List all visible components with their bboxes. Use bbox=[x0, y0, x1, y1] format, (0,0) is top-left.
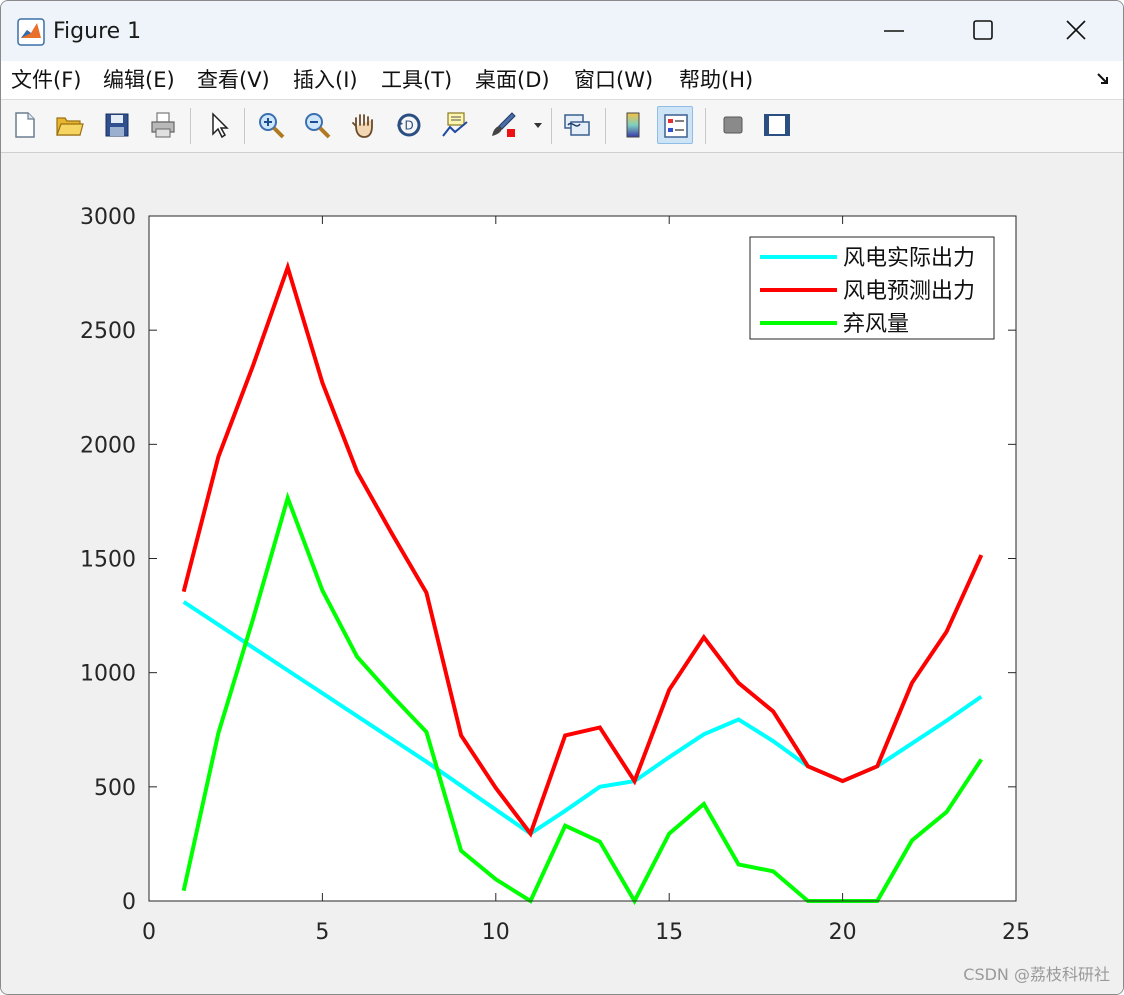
data-cursor-button[interactable] bbox=[437, 106, 473, 144]
zoom-in-icon bbox=[259, 113, 285, 139]
matlab-icon bbox=[17, 18, 45, 46]
colorbar-icon bbox=[626, 112, 640, 138]
svg-text:D: D bbox=[405, 119, 414, 133]
line-chart[interactable]: 0 5 10 15 20 25 0 500 1000 1500 2000 2500 3000 风电实际出力… bbox=[0, 152, 1124, 993]
y-tick-label: 0 bbox=[122, 890, 136, 915]
chevron-down-icon[interactable] bbox=[533, 120, 543, 130]
print-icon bbox=[151, 112, 175, 138]
toolbar-separator bbox=[551, 108, 552, 144]
x-tick-label: 20 bbox=[829, 920, 857, 945]
menu-desktop[interactable]: 桌面(D) bbox=[475, 66, 550, 94]
zoom-in-button[interactable] bbox=[253, 106, 289, 144]
maximize-button[interactable] bbox=[959, 9, 1005, 53]
save-button[interactable] bbox=[99, 106, 135, 144]
title-bar: Figure 1 bbox=[1, 1, 1123, 61]
x-tick-label: 5 bbox=[315, 920, 329, 945]
y-tick-label: 3000 bbox=[80, 205, 136, 230]
pan-button[interactable] bbox=[345, 106, 381, 144]
link-plot-icon bbox=[564, 114, 590, 136]
new-file-icon bbox=[15, 112, 35, 138]
y-tick-label: 1000 bbox=[80, 662, 136, 687]
minimize-button[interactable] bbox=[871, 9, 917, 53]
x-tick-label: 10 bbox=[482, 920, 510, 945]
toolbar-separator bbox=[605, 108, 606, 144]
toolbar-separator bbox=[705, 108, 706, 144]
legend-label: 风电预测出力 bbox=[843, 279, 975, 304]
maximize-icon bbox=[973, 20, 993, 40]
hide-plot-tools-button[interactable] bbox=[715, 106, 751, 144]
menu-window[interactable]: 窗口(W) bbox=[574, 66, 653, 94]
x-tick-label: 15 bbox=[655, 920, 683, 945]
data-cursor-icon bbox=[442, 112, 468, 137]
hide-plot-tools-icon bbox=[723, 116, 743, 134]
legend-icon bbox=[664, 114, 688, 138]
new-figure-button[interactable] bbox=[7, 106, 43, 144]
toolbar-separator bbox=[190, 108, 191, 144]
open-button[interactable] bbox=[51, 106, 87, 144]
menu-bar: 文件(F) 编辑(E) 查看(V) 插入(I) 工具(T) 桌面(D) 窗口(W… bbox=[1, 61, 1123, 100]
print-button[interactable] bbox=[145, 106, 181, 144]
rotate-3d-icon: D bbox=[397, 113, 421, 137]
window-title: Figure 1 bbox=[53, 19, 142, 44]
menu-file[interactable]: 文件(F) bbox=[11, 66, 81, 94]
figure-toolbar: D bbox=[1, 100, 1123, 153]
minimize-icon bbox=[884, 30, 904, 32]
save-icon bbox=[105, 113, 129, 137]
legend-label: 风电实际出力 bbox=[843, 246, 975, 271]
close-icon bbox=[1066, 20, 1086, 40]
show-plot-tools-icon bbox=[764, 114, 790, 136]
link-plot-button[interactable] bbox=[559, 106, 595, 144]
legend-button[interactable] bbox=[657, 106, 693, 144]
zoom-out-button[interactable] bbox=[299, 106, 335, 144]
brush-button[interactable] bbox=[485, 106, 521, 144]
open-folder-icon bbox=[56, 117, 84, 136]
dock-arrow-icon[interactable] bbox=[1095, 71, 1111, 87]
zoom-out-icon bbox=[305, 113, 331, 139]
toolbar-separator bbox=[244, 108, 245, 144]
menu-help[interactable]: 帮助(H) bbox=[679, 66, 753, 94]
show-plot-tools-button[interactable] bbox=[759, 106, 795, 144]
menu-tools[interactable]: 工具(T) bbox=[381, 66, 452, 94]
x-tick-label: 0 bbox=[142, 920, 156, 945]
menu-edit[interactable]: 编辑(E) bbox=[103, 66, 175, 94]
y-tick-label: 500 bbox=[94, 776, 136, 801]
edit-plot-button[interactable] bbox=[201, 106, 237, 144]
pan-hand-icon bbox=[352, 114, 373, 138]
brush-icon bbox=[492, 112, 516, 137]
pointer-icon bbox=[212, 112, 229, 139]
colorbar-button[interactable] bbox=[615, 106, 651, 144]
y-tick-label: 2000 bbox=[80, 433, 136, 458]
y-tick-label: 1500 bbox=[80, 548, 136, 573]
rotate-button[interactable]: D bbox=[391, 106, 427, 144]
y-tick-label: 2500 bbox=[80, 319, 136, 344]
legend-label: 弃风量 bbox=[843, 312, 909, 337]
menu-view[interactable]: 查看(V) bbox=[197, 66, 270, 94]
menu-insert[interactable]: 插入(I) bbox=[293, 66, 358, 94]
close-button[interactable] bbox=[1053, 9, 1099, 53]
x-tick-label: 25 bbox=[1002, 920, 1030, 945]
watermark: CSDN @荔枝科研社 bbox=[963, 965, 1110, 984]
